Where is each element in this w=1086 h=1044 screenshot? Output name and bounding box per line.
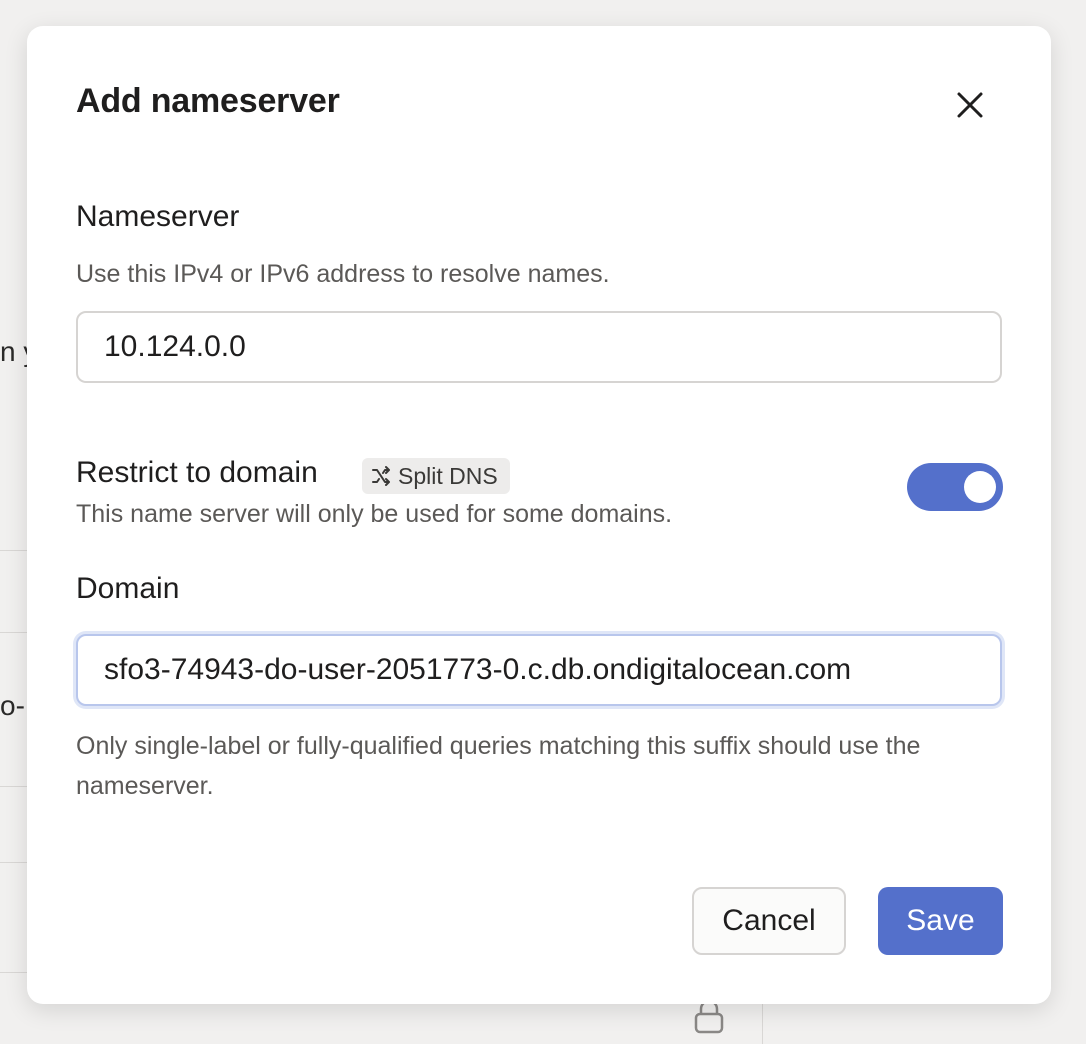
background-divider (0, 550, 30, 551)
shuffle-icon (372, 466, 390, 486)
add-nameserver-dialog: Add nameserver Nameserver Use this IPv4 … (27, 26, 1051, 1004)
cancel-button[interactable]: Cancel (692, 887, 846, 955)
background-divider (0, 786, 30, 787)
background-divider (0, 862, 30, 863)
toggle-knob (964, 471, 996, 503)
nameserver-help: Use this IPv4 or IPv6 address to resolve… (76, 260, 610, 288)
lock-icon (694, 1000, 724, 1034)
domain-label: Domain (76, 572, 180, 605)
nameserver-label: Nameserver (76, 200, 240, 233)
background-divider (0, 972, 30, 973)
restrict-domain-toggle[interactable] (907, 463, 1003, 511)
nameserver-input[interactable] (76, 311, 1002, 383)
domain-input[interactable] (76, 634, 1002, 706)
dialog-title: Add nameserver (76, 82, 340, 120)
restrict-domain-help: This name server will only be used for s… (76, 500, 673, 528)
close-button[interactable] (949, 84, 991, 126)
save-button[interactable]: Save (878, 887, 1003, 955)
close-icon (957, 92, 983, 118)
background-divider (0, 632, 30, 633)
domain-help: Only single-label or fully-qualified que… (76, 732, 921, 800)
background-text: o- (0, 690, 25, 721)
split-dns-badge: Split DNS (362, 458, 510, 494)
background-divider (762, 1004, 763, 1044)
restrict-domain-label: Restrict to domain (76, 456, 318, 489)
split-dns-label: Split DNS (398, 462, 498, 489)
